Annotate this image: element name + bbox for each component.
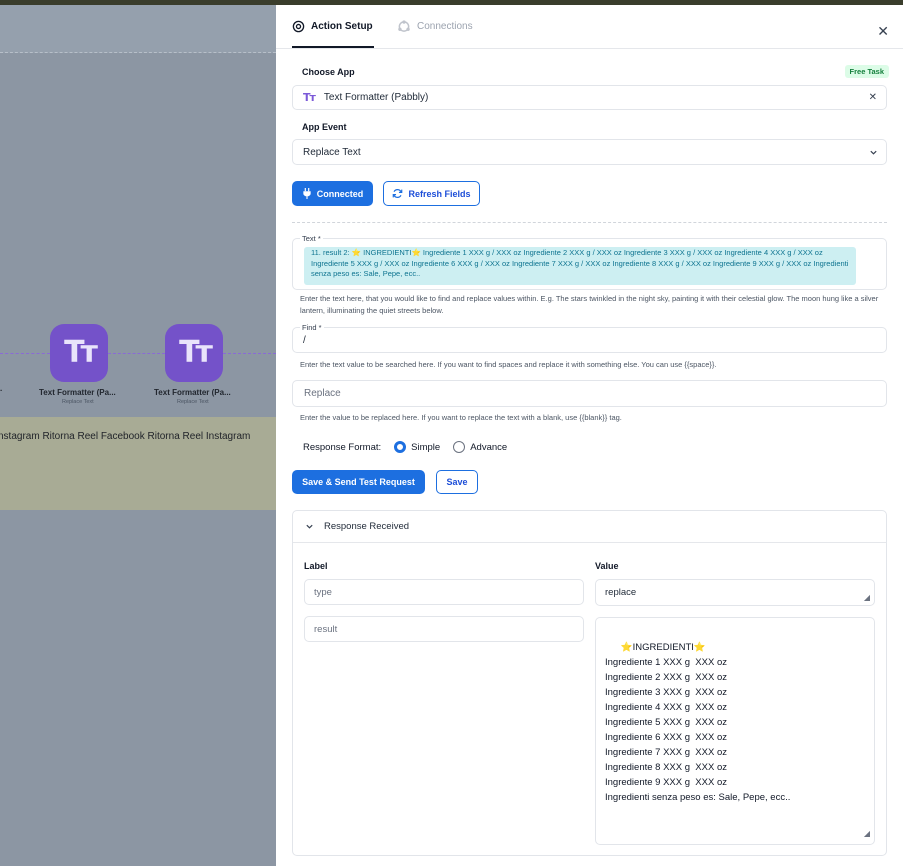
clear-icon[interactable]: ✕: [869, 92, 877, 103]
node-subtitle: Replace Text: [177, 399, 209, 405]
response-value-result[interactable]: ⭐INGREDIENTI⭐ Ingrediente 1 XXX g XXX oz…: [595, 617, 875, 845]
tab-connections[interactable]: Connections: [397, 20, 473, 33]
choose-app-select[interactable]: Tт Text Formatter (Pabbly) ✕: [292, 85, 887, 110]
text-mapped-value-chip[interactable]: 11. result 2: ⭐ INGREDIENTI⭐ Ingrediente…: [304, 247, 856, 285]
response-received-section: Response Received Label Value type repla…: [292, 510, 887, 856]
close-icon[interactable]: ✕: [877, 23, 889, 40]
refresh-fields-label: Refresh Fields: [408, 188, 471, 199]
find-input[interactable]: /: [292, 327, 887, 353]
response-value-result-text: ⭐INGREDIENTI⭐ Ingrediente 1 XXX g XXX oz…: [605, 642, 791, 803]
response-value-type[interactable]: replace ◢: [595, 579, 875, 606]
radio-advance-label[interactable]: Advance: [470, 442, 507, 453]
connected-label: Connected: [316, 188, 364, 199]
canvas-header-strip: [0, 5, 276, 53]
node-subtitle: Replace Text: [62, 399, 94, 405]
active-tab-indicator: [292, 46, 374, 48]
response-received-header[interactable]: Response Received: [293, 511, 886, 543]
response-value-type-text: replace: [605, 587, 637, 598]
save-button[interactable]: Save: [436, 470, 478, 494]
workflow-canvas[interactable]: . Tт Text Formatter (Pa... Replace Text …: [0, 5, 276, 866]
save-send-test-label: Save & Send Test Request: [302, 477, 415, 487]
node-label-fragment: .: [0, 384, 3, 393]
tab-label: Action Setup: [311, 21, 373, 32]
choose-app-value: Text Formatter (Pabbly): [323, 92, 429, 103]
text-formatter-icon: Tт: [303, 91, 316, 104]
app-event-select[interactable]: Replace Text: [292, 139, 887, 165]
node-title: Text Formatter (Pa...: [154, 388, 231, 397]
app-event-value: Replace Text: [303, 146, 361, 158]
text-formatter-icon: Tт: [179, 335, 213, 370]
replace-help: Enter the value to be replaced here. If …: [300, 413, 622, 422]
label-column-header: Label: [304, 561, 328, 571]
free-task-badge: Free Task: [844, 65, 889, 78]
radio-advance[interactable]: [453, 441, 466, 453]
text-formatter-node[interactable]: Tт: [50, 324, 108, 382]
find-help: Enter the text value to be searched here…: [300, 360, 717, 369]
node-title: Text Formatter (Pa...: [39, 388, 116, 397]
connected-button[interactable]: Connected: [292, 181, 373, 206]
text-help: Enter the text here, that you would like…: [300, 294, 879, 315]
chevron-down-icon: [870, 150, 877, 155]
connector-line: [0, 353, 50, 354]
choose-app-label: Choose App: [302, 67, 355, 77]
tab-label: Connections: [417, 21, 473, 32]
tab-action-setup[interactable]: Action Setup: [292, 20, 373, 33]
resize-handle-icon[interactable]: ◢: [864, 826, 870, 841]
replace-placeholder: Replace: [304, 388, 341, 399]
gear-icon: [292, 20, 305, 33]
text-formatter-icon: Tт: [64, 335, 98, 370]
connector-line: [223, 353, 276, 354]
response-label-result[interactable]: result: [304, 616, 584, 642]
text-formatter-node[interactable]: Tт: [165, 324, 223, 382]
response-received-title: Response Received: [324, 521, 410, 532]
resize-handle-icon[interactable]: ◢: [864, 593, 870, 602]
plug-icon: [303, 188, 311, 199]
find-field-label: Find *: [300, 323, 324, 332]
note-text: nstagram Ritorna Reel Facebook Ritorna R…: [0, 431, 251, 442]
response-format-group: Response Format: Simple Advance: [303, 441, 507, 453]
action-setup-panel: Action Setup Connections ✕ Choose App Fr…: [276, 5, 903, 866]
text-field-label: Text *: [300, 234, 323, 243]
panel-tabs: Action Setup Connections ✕: [276, 5, 903, 49]
app-event-label: App Event: [302, 122, 347, 132]
save-send-test-button[interactable]: Save & Send Test Request: [292, 470, 425, 494]
connections-icon: [398, 20, 410, 32]
section-divider: [292, 222, 887, 223]
chevron-down-icon: [306, 524, 313, 529]
radio-simple[interactable]: [394, 441, 407, 453]
value-column-header: Value: [595, 561, 619, 571]
radio-simple-label[interactable]: Simple: [411, 442, 440, 453]
save-label: Save: [446, 477, 468, 487]
response-format-label: Response Format:: [303, 441, 382, 453]
refresh-icon: [393, 189, 403, 198]
replace-input[interactable]: Replace: [292, 380, 887, 407]
find-value: /: [303, 334, 306, 346]
response-label-type[interactable]: type: [304, 579, 584, 605]
connector-line: [108, 353, 165, 354]
refresh-fields-button[interactable]: Refresh Fields: [383, 181, 480, 206]
